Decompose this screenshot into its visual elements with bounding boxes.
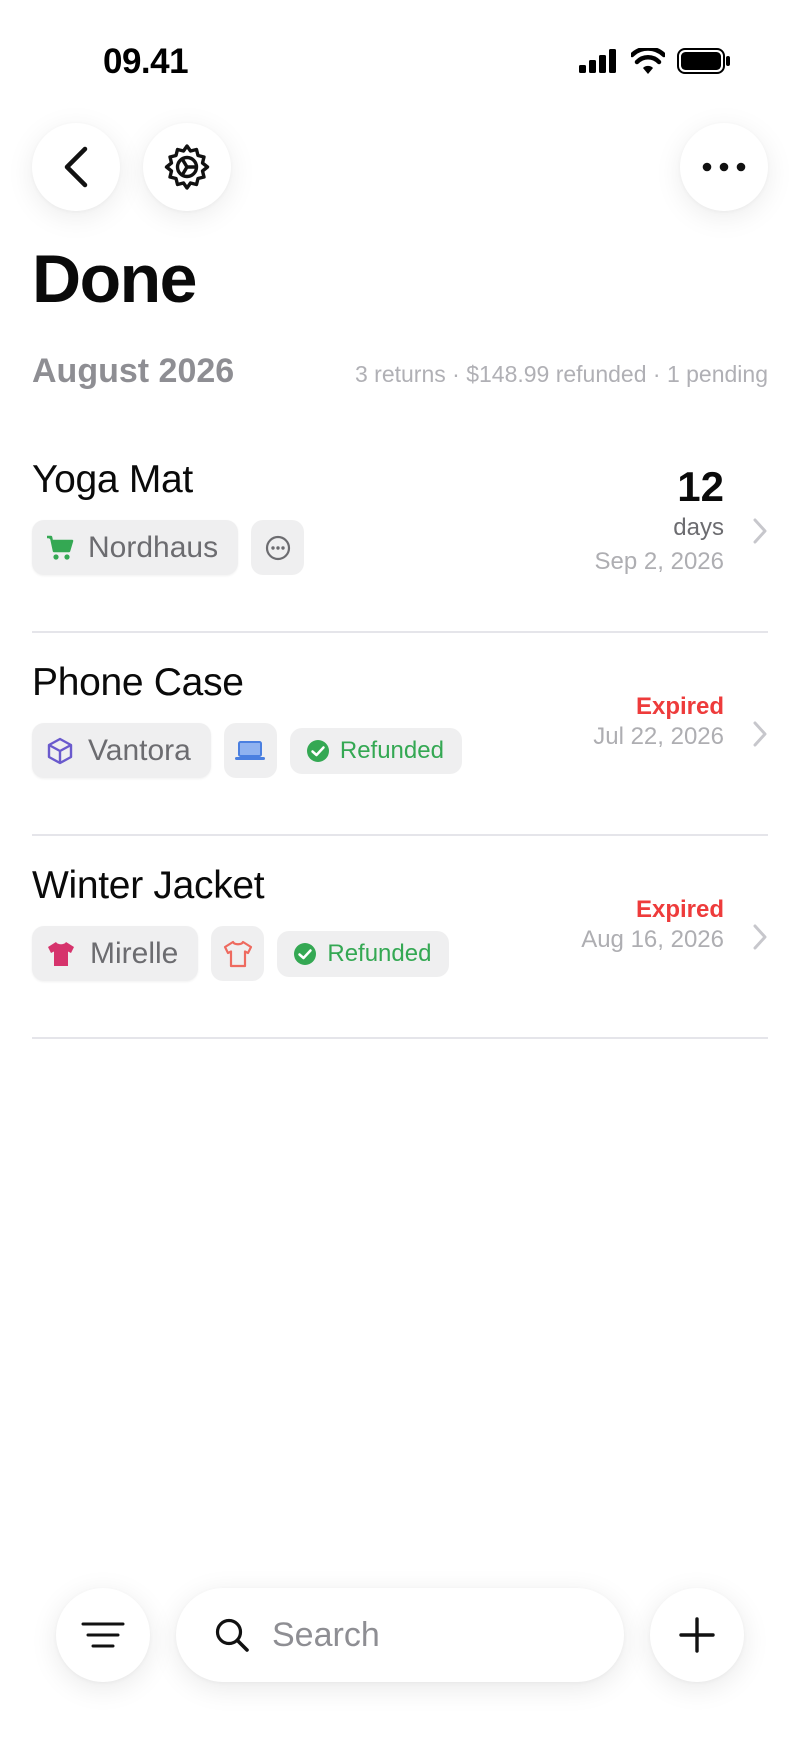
status-label: Refunded [327, 939, 432, 967]
item-date: Sep 2, 2026 [594, 548, 724, 575]
filter-lines-icon [81, 1622, 125, 1648]
status-label: Refunded [339, 736, 444, 764]
gear-icon [164, 144, 210, 190]
bottom-bar [0, 1588, 800, 1684]
item-title: Yoga Mat [32, 458, 193, 501]
signal-icon [579, 49, 616, 73]
settings-button[interactable] [143, 123, 231, 211]
checkmark-circle-icon [294, 942, 317, 965]
item-title: Winter Jacket [32, 864, 265, 907]
category-chip[interactable] [223, 723, 277, 778]
shirt-outline-icon [223, 940, 252, 967]
month-summary: 3 returns · $148.99 refunded · 1 pending [354, 361, 768, 387]
shirt-icon [48, 941, 74, 966]
search-input[interactable] [272, 1615, 572, 1655]
screen: 09.41 Done August 2026 3 returns · $148.… [0, 0, 800, 1739]
category-chip[interactable] [251, 520, 305, 575]
ellipsis-icon [702, 162, 746, 172]
chevron-right-icon [753, 518, 767, 543]
search-bar[interactable] [176, 1588, 624, 1682]
days-remaining: 12 [677, 463, 724, 510]
item-deadline: Expired Aug 16, 2026 [581, 896, 724, 954]
days-unit: days [673, 514, 724, 541]
chevron-left-icon [64, 146, 88, 188]
store-chip[interactable]: Nordhaus [32, 520, 239, 575]
month-label: August 2026 [32, 352, 235, 390]
chevron-right-icon [753, 924, 767, 949]
wifi-icon [631, 48, 665, 74]
returns-list: Yoga Mat Nordhaus 12 days Sep 2, 2026 Ph… [32, 430, 768, 1039]
expired-label: Expired [635, 693, 724, 720]
store-name: Vantora [88, 733, 191, 767]
store-chip[interactable]: Vantora [32, 723, 211, 778]
status-time: 09.41 [103, 42, 189, 81]
battery-icon [677, 48, 730, 74]
item-title: Phone Case [32, 661, 244, 704]
store-name: Mirelle [90, 936, 179, 970]
category-chip[interactable] [211, 926, 265, 981]
chevron-right-icon [753, 721, 767, 746]
expired-label: Expired [635, 896, 724, 923]
back-button[interactable] [32, 123, 120, 211]
item-chips: Vantora Refunded [32, 723, 462, 778]
list-item[interactable]: Yoga Mat Nordhaus 12 days Sep 2, 2026 [32, 430, 768, 633]
item-deadline: 12 days Sep 2, 2026 [595, 466, 724, 576]
status-badge: Refunded [289, 727, 462, 774]
item-chips: Nordhaus [32, 520, 305, 575]
item-date: Jul 22, 2026 [593, 723, 724, 750]
more-button[interactable] [680, 123, 768, 211]
list-item[interactable]: Winter Jacket Mirelle Refunded Expired A… [32, 836, 768, 1039]
store-name: Nordhaus [88, 530, 219, 564]
store-chip[interactable]: Mirelle [32, 926, 199, 981]
plus-icon [679, 1617, 715, 1653]
status-badge: Refunded [277, 930, 450, 977]
month-header: August 2026 3 returns · $148.99 refunded… [32, 352, 768, 391]
filter-button[interactable] [56, 1588, 150, 1682]
page-title: Done [32, 241, 198, 317]
list-item[interactable]: Phone Case Vantora Refunded Expired Jul … [32, 633, 768, 836]
laptop-icon [235, 740, 266, 760]
add-button[interactable] [650, 1588, 744, 1682]
cart-icon [47, 535, 74, 560]
item-date: Aug 16, 2026 [581, 926, 724, 953]
box-icon [47, 737, 73, 764]
more-circle-icon [265, 535, 290, 560]
checkmark-circle-icon [306, 739, 329, 762]
search-icon [215, 1618, 249, 1652]
item-deadline: Expired Jul 22, 2026 [593, 693, 724, 751]
item-chips: Mirelle Refunded [32, 926, 450, 981]
status-icons [579, 48, 731, 74]
